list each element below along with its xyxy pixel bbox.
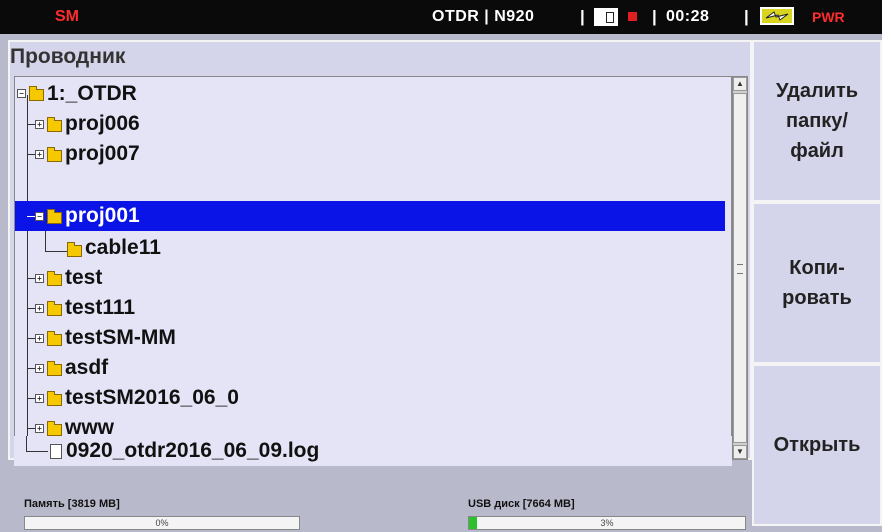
- tree-item-label: asdf: [65, 356, 109, 379]
- expand-icon[interactable]: +: [35, 364, 44, 373]
- tree-item-selected[interactable]: − proj001: [15, 201, 725, 231]
- tree-item-label: test: [65, 266, 103, 289]
- folder-icon: [47, 421, 62, 436]
- expand-icon[interactable]: +: [35, 120, 44, 129]
- scroll-down-icon[interactable]: ▼: [733, 445, 747, 459]
- copy-button[interactable]: Копи- ровать: [752, 202, 882, 364]
- folder-icon: [47, 271, 62, 286]
- file-explorer-panel: Проводник − 1:_OTDR + proj006 + proj007: [8, 40, 752, 466]
- tree-item[interactable]: + test: [15, 263, 725, 293]
- clock: 00:28: [666, 8, 710, 25]
- memory-usage-percent: 0%: [155, 518, 169, 528]
- usb-usage-bar: 3%: [468, 516, 746, 530]
- scroll-up-icon[interactable]: ▲: [733, 77, 747, 91]
- expand-icon[interactable]: +: [35, 424, 44, 433]
- folder-icon: [47, 209, 62, 224]
- folder-icon: [67, 242, 82, 257]
- tree-item[interactable]: + test111: [15, 293, 725, 323]
- folder-icon: [47, 391, 62, 406]
- expand-icon[interactable]: +: [35, 394, 44, 403]
- battery-charging-icon: [760, 7, 794, 25]
- folder-icon: [47, 117, 62, 132]
- collapse-icon[interactable]: −: [17, 89, 26, 98]
- usb-label: USB диск [7664 MB]: [468, 498, 575, 510]
- file-tree[interactable]: − 1:_OTDR + proj006 + proj007 − proj001: [14, 76, 732, 460]
- tree-item[interactable]: + testSM2016_06_0: [15, 383, 725, 413]
- folder-icon: [47, 331, 62, 346]
- collapse-icon[interactable]: −: [35, 212, 44, 221]
- separator: |: [744, 7, 749, 26]
- tree-item[interactable]: + proj007: [15, 139, 725, 169]
- separator: |: [580, 7, 585, 26]
- tree-item-label: testSM-MM: [65, 326, 176, 349]
- separator: |: [652, 7, 657, 26]
- tree-item-label: test111: [65, 296, 136, 319]
- folder-icon: [47, 147, 62, 162]
- panel-title: Проводник: [10, 45, 126, 68]
- tree-item-label: proj001: [65, 204, 140, 227]
- tree-item-child[interactable]: cable11: [15, 233, 725, 263]
- app-title: OTDR | N920: [432, 8, 535, 25]
- folder-icon: [47, 361, 62, 376]
- open-button[interactable]: Открыть: [752, 364, 882, 526]
- status-bar: SM OTDR | N920 | | 00:28 | PWR: [0, 0, 882, 34]
- tree-item-label: 1:_OTDR: [47, 82, 137, 105]
- scrollbar-thumb[interactable]: [733, 93, 747, 443]
- tree-item-label: proj007: [65, 142, 140, 165]
- record-indicator-icon: [628, 12, 637, 21]
- file-icon: [50, 444, 62, 459]
- expand-icon[interactable]: +: [35, 274, 44, 283]
- tree-item-label: cable11: [85, 236, 161, 259]
- memory-label: Память [3819 MB]: [24, 498, 120, 510]
- power-indicator: PWR: [812, 9, 845, 25]
- tree-item-label: proj006: [65, 112, 140, 135]
- usb-usage-percent: 3%: [600, 518, 614, 528]
- expand-icon[interactable]: +: [35, 150, 44, 159]
- folder-open-icon: [29, 86, 44, 101]
- tree-item[interactable]: + asdf: [15, 353, 725, 383]
- expand-icon[interactable]: +: [35, 304, 44, 313]
- tree-item-root[interactable]: − 1:_OTDR: [15, 79, 725, 109]
- tree-item[interactable]: + testSM-MM: [15, 323, 725, 353]
- tree-scrollbar[interactable]: ▲ ▼: [732, 76, 748, 460]
- delete-button[interactable]: Удалить папку/ файл: [752, 40, 882, 202]
- folder-icon: [47, 301, 62, 316]
- usb-usage-fill: [469, 517, 478, 529]
- expand-icon[interactable]: +: [35, 334, 44, 343]
- sd-card-icon: [594, 8, 618, 26]
- mode-indicator: SM: [55, 8, 79, 25]
- memory-usage-bar: 0%: [24, 516, 300, 530]
- tree-item-label: 0920_otdr2016_06_09.log: [66, 439, 320, 462]
- tree-item-label: testSM2016_06_0: [65, 386, 239, 409]
- tree-item-file[interactable]: 0920_otdr2016_06_09.log: [14, 436, 732, 466]
- tree-item[interactable]: + proj006: [15, 109, 725, 139]
